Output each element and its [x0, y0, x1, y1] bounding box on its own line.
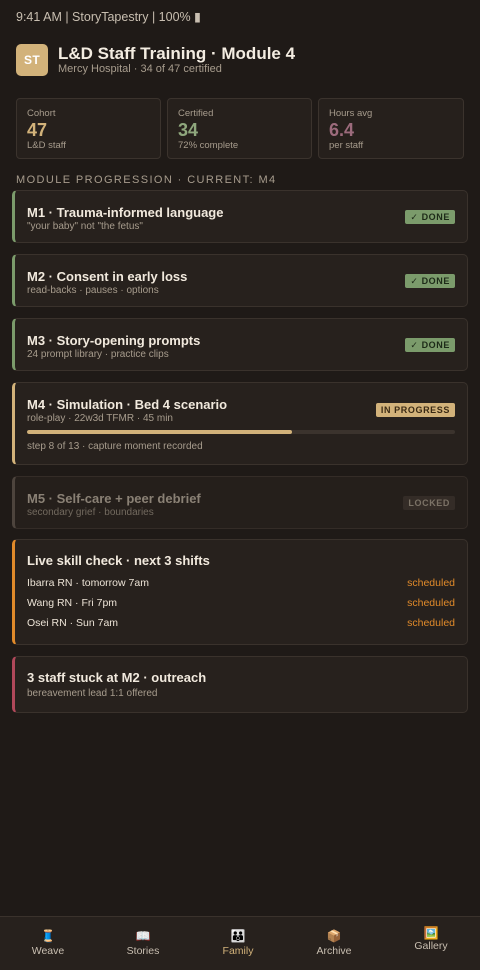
- tab-family[interactable]: 👪 Family: [190, 917, 286, 970]
- picture-icon: 🖼️: [423, 926, 439, 940]
- module-progress-bar: [27, 430, 455, 434]
- module-card-m5[interactable]: M5 · Self-care + peer debrief secondary …: [12, 476, 468, 529]
- tab-weave[interactable]: 🧵 Weave: [0, 917, 96, 970]
- tab-label: Weave: [31, 945, 65, 957]
- staff-shift: Osei RN · Sun 7am: [27, 617, 119, 629]
- stat-card-cohort[interactable]: Cohort 47 L&D staff: [16, 98, 161, 159]
- module-title: M1 · Trauma-informed language: [27, 205, 224, 220]
- stat-value: 34: [178, 120, 199, 140]
- module-subtitle: secondary grief · boundaries: [27, 507, 154, 518]
- stat-sub: L&D staff: [27, 140, 66, 151]
- tab-gallery[interactable]: 🖼️ Gallery: [383, 917, 479, 970]
- module-title: M4 · Simulation · Bed 4 scenario: [27, 397, 228, 412]
- in-progress-badge: IN PROGRESS: [375, 403, 455, 417]
- page-subtitle: Mercy Hospital · 34 of 47 certified: [58, 63, 222, 75]
- stat-label: Cohort: [27, 108, 56, 119]
- stat-card-hours[interactable]: Hours avg 6.4 per staff: [318, 98, 464, 159]
- book-icon: 📖: [135, 929, 151, 943]
- module-card-m3[interactable]: M3 · Story-opening prompts 24 prompt lib…: [12, 318, 468, 371]
- stat-label: Hours avg: [329, 108, 373, 119]
- module-card-m2[interactable]: M2 · Consent in early loss read-backs · …: [12, 254, 468, 307]
- tab-label: Gallery: [414, 940, 448, 952]
- outreach-card[interactable]: 3 staff stuck at M2 · outreach bereaveme…: [12, 656, 468, 713]
- family-icon: 👪: [230, 929, 246, 943]
- progress-text: step 8 of 13 · capture moment recorded: [27, 441, 203, 452]
- stat-value: 6.4: [329, 120, 355, 140]
- done-badge: ✓ DONE: [405, 274, 455, 288]
- page-header: ST L&D Staff Training · Module 4 Mercy H…: [16, 43, 466, 76]
- module-subtitle: "your baby" not "the fetus": [27, 221, 143, 232]
- avatar[interactable]: ST: [16, 44, 48, 76]
- module-subtitle: 24 prompt library · practice clips: [27, 349, 169, 360]
- module-card-m1[interactable]: M1 · Trauma-informed language "your baby…: [12, 190, 468, 243]
- module-subtitle: role-play · 22w3d TFMR · 45 min: [27, 413, 173, 424]
- outreach-subtitle: bereavement lead 1:1 offered: [27, 688, 158, 699]
- staff-shift: Ibarra RN · tomorrow 7am: [27, 577, 149, 589]
- section-label: MODULE PROGRESSION · CURRENT: M4: [16, 174, 277, 186]
- tab-label: Stories: [126, 945, 160, 957]
- staff-shift: Wang RN · Fri 7pm: [27, 597, 118, 609]
- skill-check-row[interactable]: Ibarra RN · tomorrow 7am scheduled: [27, 577, 455, 591]
- box-icon: 📦: [326, 929, 342, 943]
- outreach-title: 3 staff stuck at M2 · outreach: [27, 670, 207, 685]
- stat-label: Certified: [178, 108, 214, 119]
- stat-value: 47: [27, 120, 48, 140]
- stat-sub: 72% complete: [178, 140, 239, 151]
- module-card-m4[interactable]: M4 · Simulation · Bed 4 scenario role-pl…: [12, 382, 468, 465]
- tab-stories[interactable]: 📖 Stories: [95, 917, 191, 970]
- skill-check-row[interactable]: Osei RN · Sun 7am scheduled: [27, 617, 455, 631]
- page-title: L&D Staff Training · Module 4: [58, 44, 296, 63]
- stat-sub: per staff: [329, 140, 364, 151]
- skill-check-card[interactable]: Live skill check · next 3 shifts Ibarra …: [12, 539, 468, 645]
- module-progress-fill: [27, 430, 293, 434]
- skill-check-title: Live skill check · next 3 shifts: [27, 553, 210, 568]
- skill-check-row[interactable]: Wang RN · Fri 7pm scheduled: [27, 597, 455, 611]
- done-badge: ✓ DONE: [405, 338, 455, 352]
- status-bar: 9:41 AM | StoryTapestry | 100% ▮: [16, 10, 201, 24]
- tab-archive[interactable]: 📦 Archive: [286, 917, 382, 970]
- thread-icon: 🧵: [40, 929, 56, 943]
- locked-badge: LOCKED: [403, 496, 455, 510]
- module-title: M2 · Consent in early loss: [27, 269, 188, 284]
- stats-row: Cohort 47 L&D staff Certified 34 72% com…: [16, 98, 464, 159]
- schedule-status: scheduled: [407, 617, 455, 629]
- stat-card-certified[interactable]: Certified 34 72% complete: [167, 98, 312, 159]
- module-subtitle: read-backs · pauses · options: [27, 285, 159, 296]
- done-badge: ✓ DONE: [405, 210, 455, 224]
- tab-label: Family: [222, 945, 254, 957]
- tab-label: Archive: [316, 945, 352, 957]
- module-title: M3 · Story-opening prompts: [27, 333, 201, 348]
- schedule-status: scheduled: [407, 597, 455, 609]
- schedule-status: scheduled: [407, 577, 455, 589]
- module-title: M5 · Self-care + peer debrief: [27, 491, 201, 506]
- bottom-tab-bar: 🧵 Weave 📖 Stories 👪 Family 📦 Archive 🖼️ …: [0, 916, 480, 970]
